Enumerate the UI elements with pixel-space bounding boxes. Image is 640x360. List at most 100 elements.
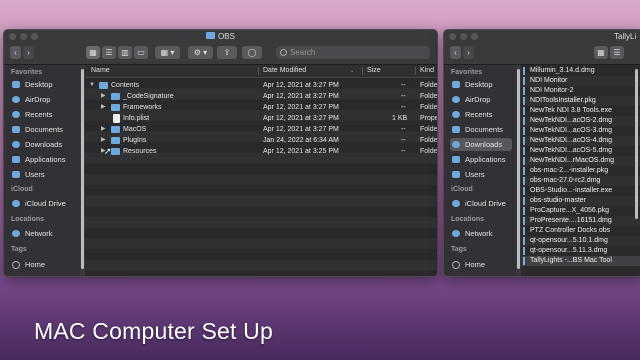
list-item[interactable]: NDI Monitor <box>522 76 640 86</box>
sidebar-item-recents[interactable]: Recents <box>450 108 512 121</box>
sidebar-scroll-thumb[interactable] <box>81 69 84 269</box>
file-name: NewTekNDI...acOS-5.dmg <box>530 147 613 154</box>
sidebar-item-applications[interactable]: Applications <box>10 153 76 166</box>
sidebar-item-airdrop[interactable]: AirDrop <box>10 93 76 106</box>
sidebar-item-users[interactable]: Users <box>450 168 512 181</box>
share-button[interactable]: ⇪ <box>217 46 237 59</box>
list-item[interactable]: Millumin_3.14.d.dmg <box>522 66 640 76</box>
list-item[interactable]: qt-opensour...5.11.3.dmg <box>522 246 640 256</box>
sidebar-item-icloud-drive[interactable]: iCloud Drive <box>10 197 76 210</box>
table-row[interactable]: ▶ Frameworks Apr 12, 2021 at 3:27 PM -- … <box>85 102 437 113</box>
list-view-button[interactable]: ☰ <box>102 46 116 59</box>
finder-window-tallylights: TallyLi ‹ › ▦ ☰ Favorites Desktop AirDro… <box>443 29 640 277</box>
disclosure-closed-icon[interactable]: ▶ <box>101 91 106 102</box>
disclosure-closed-icon[interactable]: ▶ <box>101 102 106 113</box>
sidebar-item-applications[interactable]: Applications <box>450 153 512 166</box>
row-size: -- <box>401 82 406 89</box>
sidebar-item-network[interactable]: Network <box>10 227 76 240</box>
forward-button[interactable]: › <box>23 46 34 59</box>
list-item[interactable]: OBS-Studio...-installer.exe <box>522 186 640 196</box>
close-window-button[interactable] <box>9 33 16 40</box>
sidebar-item-label: AirDrop <box>25 95 51 104</box>
sidebar-item-documents[interactable]: Documents <box>450 123 512 136</box>
search-input[interactable]: Search <box>276 46 430 59</box>
sidebar-item-desktop[interactable]: Desktop <box>10 78 76 91</box>
group-menu-button[interactable]: ▦ ▾ <box>155 46 180 59</box>
forward-button[interactable]: › <box>463 46 474 59</box>
minimize-window-button[interactable] <box>460 33 467 40</box>
list-item[interactable]: ProPresente....16151.dmg <box>522 216 640 226</box>
sidebar-item-tag-home[interactable]: Home <box>10 258 76 271</box>
disclosure-open-icon[interactable]: ▼ <box>89 80 95 91</box>
list-item[interactable]: NewTekNDI...rMacOS.dmg <box>522 156 640 166</box>
file-icon <box>523 127 525 135</box>
column-kind[interactable]: Kind <box>420 65 434 77</box>
sidebar-item-label: Home <box>25 260 46 269</box>
sidebar-scrollbar[interactable] <box>516 65 521 276</box>
list-item[interactable]: obs-mac-27.0-rc2.dmg <box>522 176 640 186</box>
file-list-scroll-thumb[interactable] <box>635 69 638 219</box>
list-item[interactable]: NewTekNDI...acOS-5.dmg <box>522 146 640 156</box>
list-item[interactable]: NewTekNDI...acOS-2.dmg <box>522 116 640 126</box>
list-view-button[interactable]: ☰ <box>610 46 624 59</box>
icon-view-button[interactable]: ▦ <box>594 46 608 59</box>
folder-icon <box>452 171 460 178</box>
gallery-view-button[interactable]: ▭ <box>134 46 148 59</box>
table-row[interactable]: ▼ Contents Apr 12, 2021 at 3:27 PM -- Fo… <box>85 80 437 91</box>
column-size[interactable]: Size <box>367 65 381 77</box>
file-icon <box>523 197 525 205</box>
row-date: Apr 12, 2021 at 3:27 PM <box>263 115 339 122</box>
sidebar-item-desktop[interactable]: Desktop <box>450 78 512 91</box>
zoom-window-button[interactable] <box>471 33 478 40</box>
back-button[interactable]: ‹ <box>10 46 21 59</box>
row-size: -- <box>401 126 406 133</box>
list-item[interactable]: TallyLights -...BS Mac Tool <box>522 256 640 266</box>
list-item[interactable]: qt-opensour...5.10.1.dmg <box>522 236 640 246</box>
sidebar-item-downloads[interactable]: Downloads <box>450 138 512 151</box>
list-item[interactable]: NDI Monitor-2 <box>522 86 640 96</box>
table-row[interactable]: ▶ Resources Apr 12, 2021 at 3:25 PM -- F… <box>85 146 437 157</box>
disclosure-closed-icon[interactable]: ▶ <box>101 124 106 135</box>
sidebar-item-airdrop[interactable]: AirDrop <box>450 93 512 106</box>
zoom-window-button[interactable] <box>31 33 38 40</box>
action-gear-button[interactable]: ⚙ ▾ <box>188 46 213 59</box>
file-icon <box>523 237 525 245</box>
list-item[interactable]: NewTekNDI...acOS-4.dmg <box>522 136 640 146</box>
table-row[interactable]: Info.plist Apr 12, 2021 at 3:27 PM 1 KB … <box>85 113 437 124</box>
sidebar-item-documents[interactable]: Documents <box>10 123 76 136</box>
list-item[interactable]: NewTek NDI 3.8 Tools.exe <box>522 106 640 116</box>
list-item[interactable]: ProCapture...X_4056.pkg <box>522 206 640 216</box>
column-divider[interactable] <box>415 67 416 75</box>
list-item[interactable]: obs-mac-2...-installer.pkg <box>522 166 640 176</box>
list-item[interactable]: NDIToolsInstaller.pkg <box>522 96 640 106</box>
table-row[interactable]: ▶ MacOS Apr 12, 2021 at 3:27 PM -- Folde… <box>85 124 437 135</box>
sidebar-item-icloud-drive[interactable]: iCloud Drive <box>450 197 512 210</box>
sidebar-scroll-thumb[interactable] <box>517 69 520 269</box>
column-divider[interactable] <box>362 67 363 75</box>
row-date: Apr 12, 2021 at 3:27 PM <box>263 82 339 89</box>
disclosure-closed-icon[interactable]: ▶ <box>101 135 106 146</box>
list-item[interactable]: obs-studio-master <box>522 196 640 206</box>
sidebar-item-downloads[interactable]: Downloads <box>10 138 76 151</box>
list-item[interactable]: PTZ Controller Docks obs <box>522 226 640 236</box>
column-name[interactable]: Name <box>91 65 110 77</box>
sidebar-item-recents[interactable]: Recents <box>10 108 76 121</box>
desktop-icon <box>452 81 460 88</box>
column-view-button[interactable]: ▥ <box>118 46 132 59</box>
tags-button[interactable]: ◯ <box>242 46 262 59</box>
toolbar: ‹ › ▦ ☰ <box>444 43 640 65</box>
column-divider[interactable] <box>258 67 259 75</box>
table-row[interactable]: ▶ PlugIns Jan 24, 2022 at 6:34 AM -- Fol… <box>85 135 437 146</box>
back-button[interactable]: ‹ <box>450 46 461 59</box>
sidebar-item-network[interactable]: Network <box>450 227 512 240</box>
tag-circle-icon <box>452 261 460 269</box>
icon-view-button[interactable]: ▦ <box>86 46 100 59</box>
list-item[interactable]: NewTekNDI...acOS-3.dmg <box>522 126 640 136</box>
sidebar-item-tag-home[interactable]: Home <box>450 258 512 271</box>
clock-icon <box>12 111 20 118</box>
minimize-window-button[interactable] <box>20 33 27 40</box>
column-date-modified[interactable]: Date Modified <box>263 65 306 77</box>
sidebar-item-users[interactable]: Users <box>10 168 76 181</box>
table-row[interactable]: ▶ _CodeSignature Apr 12, 2021 at 3:27 PM… <box>85 91 437 102</box>
close-window-button[interactable] <box>449 33 456 40</box>
